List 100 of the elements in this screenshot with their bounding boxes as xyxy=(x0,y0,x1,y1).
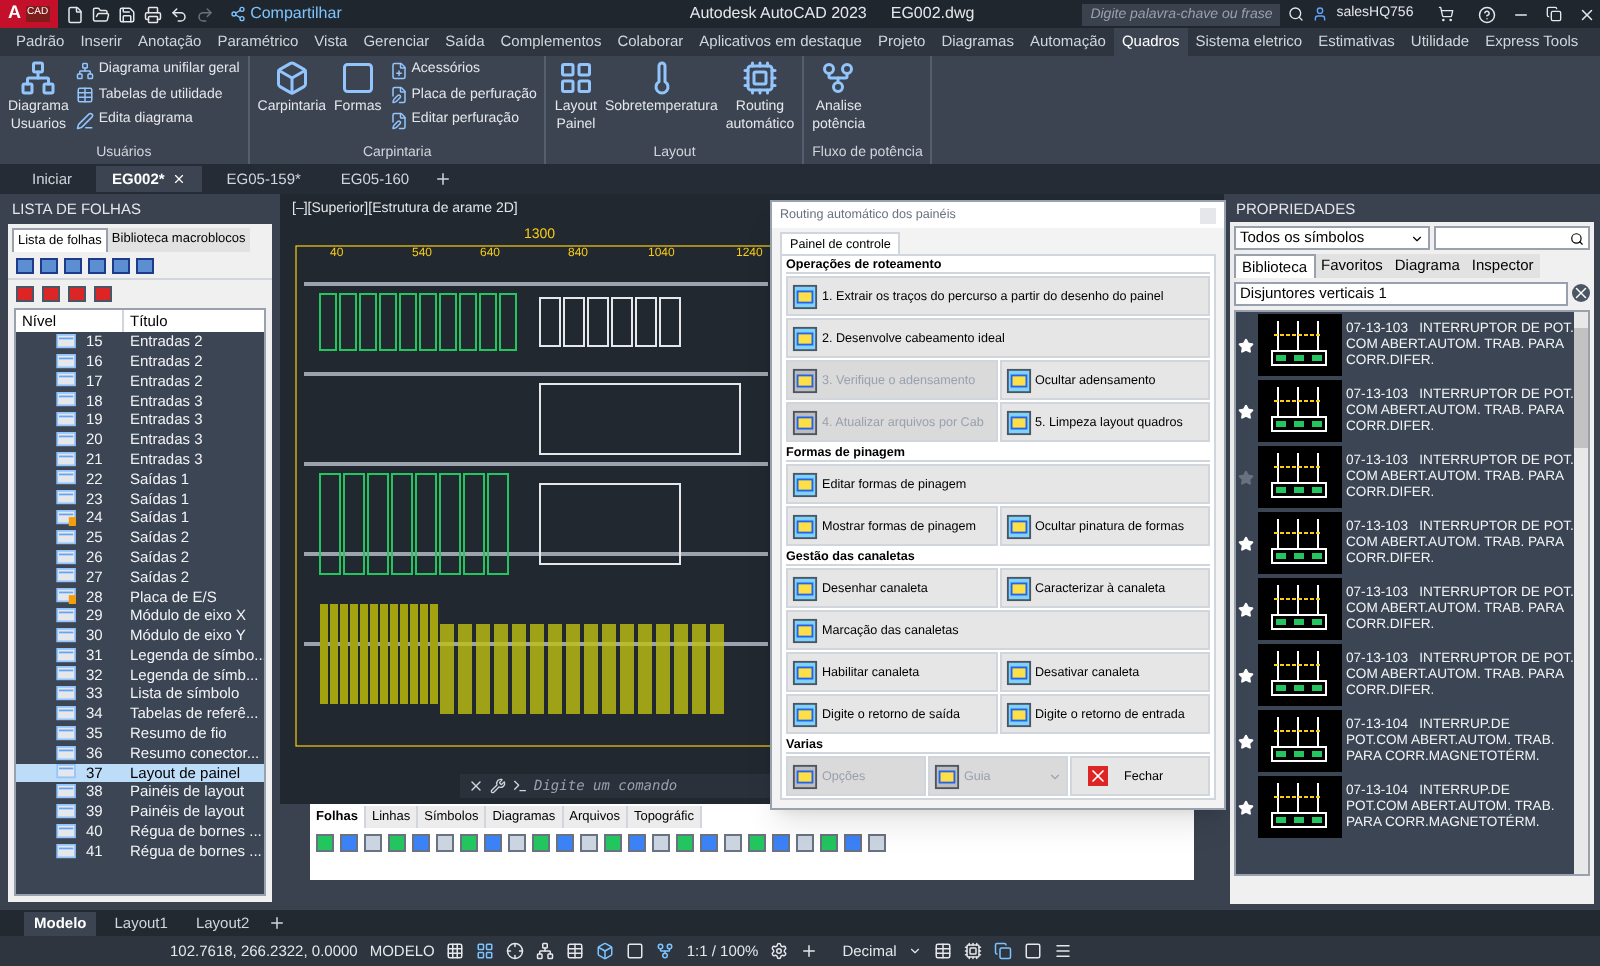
breaker-symbol-thumbnail xyxy=(1258,446,1342,508)
breaker-symbol-thumbnail xyxy=(1258,644,1342,706)
panel-icon xyxy=(792,513,818,540)
breaker-symbol-thumbnail xyxy=(1258,578,1342,640)
table-icon xyxy=(76,86,95,105)
menu-icon[interactable] xyxy=(1054,942,1073,960)
sheet-icon xyxy=(56,784,78,801)
add-file-icon xyxy=(389,61,408,80)
hardware-icon[interactable] xyxy=(964,942,983,960)
scrollbar[interactable] xyxy=(1574,312,1588,874)
add-tab-icon[interactable] xyxy=(267,914,286,932)
sheet-icon xyxy=(56,392,78,409)
properties-icon[interactable] xyxy=(934,942,953,960)
sheet-icon xyxy=(56,627,78,644)
snap-icon[interactable] xyxy=(476,942,495,960)
undo-icon[interactable] xyxy=(170,5,189,23)
pen-icon xyxy=(76,111,95,130)
edit-file-icon xyxy=(389,111,408,130)
sheet-icon xyxy=(56,470,78,487)
panel-icon xyxy=(1005,367,1031,394)
circuit-icon xyxy=(742,60,778,96)
panel-icon xyxy=(792,575,818,602)
search-field[interactable] xyxy=(1434,226,1590,250)
restore-icon[interactable] xyxy=(1545,6,1562,22)
panel-icon xyxy=(792,325,818,352)
logo-letter: A xyxy=(8,0,21,27)
sheet-icon xyxy=(56,666,78,683)
panel-icon xyxy=(792,471,818,498)
clear-icon[interactable] xyxy=(1572,284,1590,302)
sheet-icon xyxy=(56,764,78,781)
file-name: EG002.dwg xyxy=(890,2,975,26)
tree-icon xyxy=(76,61,95,80)
caret-icon xyxy=(1410,231,1424,245)
panel-icon xyxy=(1005,409,1031,436)
save-icon[interactable] xyxy=(118,5,137,23)
breaker-symbol-thumbnail xyxy=(1258,512,1342,574)
sheet-icon xyxy=(56,333,78,350)
sheet-icon xyxy=(56,725,78,742)
new-file-icon[interactable] xyxy=(66,5,85,23)
fullscreen-icon[interactable] xyxy=(1024,942,1043,960)
close-icon[interactable] xyxy=(1577,5,1596,23)
sheet-icon xyxy=(56,431,78,448)
close-icon xyxy=(1088,766,1108,787)
sheet-icon xyxy=(56,412,78,429)
sheet-icon xyxy=(56,843,78,860)
print-icon[interactable] xyxy=(144,5,163,23)
annotation-icon[interactable] xyxy=(656,942,675,960)
flagged-sheet-icon xyxy=(56,588,78,605)
enclosure-icon xyxy=(339,60,376,96)
app-title: Autodesk AutoCAD 2023 xyxy=(689,2,867,26)
object-icon[interactable] xyxy=(596,942,615,960)
sheet-icon xyxy=(56,804,78,821)
help-icon[interactable] xyxy=(1477,5,1496,23)
caret-icon[interactable] xyxy=(908,944,923,958)
caret-icon xyxy=(1048,769,1062,784)
sheet-icon xyxy=(56,823,78,840)
hierarchy-icon xyxy=(820,60,857,96)
panel-icon xyxy=(792,763,818,790)
close-icon xyxy=(172,172,187,186)
breaker-symbol-thumbnail xyxy=(1258,710,1342,772)
settings-icon[interactable] xyxy=(770,942,789,960)
cabinet-icon xyxy=(273,60,310,96)
selection-icon[interactable] xyxy=(626,942,645,960)
edit-file-icon xyxy=(389,86,408,105)
sheet-icon xyxy=(56,647,78,664)
breaker-symbol-thumbnail xyxy=(1258,776,1342,838)
sheet-icon xyxy=(56,686,78,703)
isolate-icon[interactable] xyxy=(994,942,1013,960)
panel-icon xyxy=(792,659,818,686)
add-tab-icon[interactable] xyxy=(433,170,452,188)
grid-icon[interactable] xyxy=(446,942,465,960)
tracking-icon[interactable] xyxy=(536,942,555,960)
breaker-symbol-thumbnail xyxy=(1258,314,1342,376)
sheet-icon xyxy=(56,608,78,625)
sheet-icon xyxy=(56,529,78,546)
search-icon xyxy=(1570,231,1584,245)
lineweight-icon[interactable] xyxy=(566,942,585,960)
panel-icon xyxy=(1005,575,1031,602)
diagram-icon xyxy=(20,60,57,96)
prompt-icon xyxy=(512,778,528,794)
search-icon[interactable] xyxy=(1288,6,1305,22)
close-icon[interactable] xyxy=(468,778,484,794)
plus-icon[interactable] xyxy=(800,942,819,960)
sheet-icon xyxy=(56,549,78,566)
share-button[interactable]: Compartilhar xyxy=(230,2,342,26)
panel-icon xyxy=(792,701,818,728)
sheet-icon xyxy=(56,745,78,762)
panel-icon xyxy=(1005,513,1031,540)
sheet-icon xyxy=(56,353,78,370)
wrench-icon[interactable] xyxy=(490,778,506,794)
panel-icon xyxy=(1005,659,1031,686)
panel-icon xyxy=(1005,701,1031,728)
cart-icon[interactable] xyxy=(1437,6,1454,22)
sheet-icon xyxy=(56,568,78,585)
redo-icon[interactable] xyxy=(196,5,215,23)
panel-icon xyxy=(792,409,818,436)
crosshair-icon[interactable] xyxy=(506,942,525,960)
sheet-icon xyxy=(56,706,78,723)
flagged-sheet-icon xyxy=(56,510,78,527)
open-folder-icon[interactable] xyxy=(92,5,111,23)
